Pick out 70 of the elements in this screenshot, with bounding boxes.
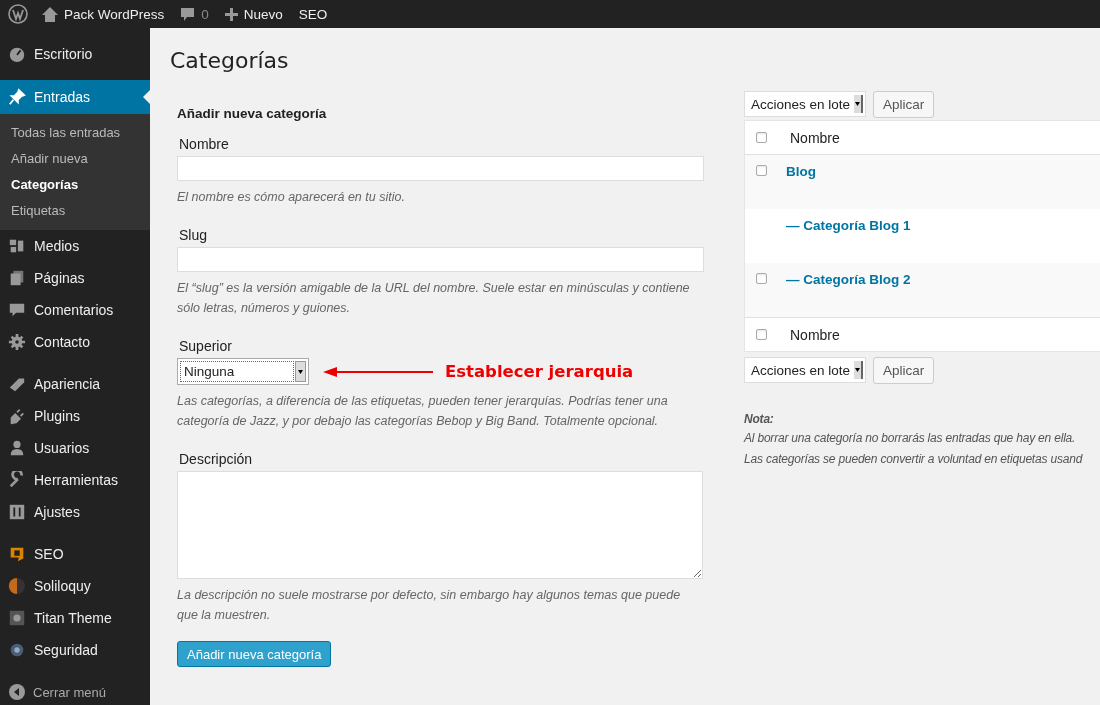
field-label: Superior — [178, 338, 233, 354]
submenu-item[interactable]: Categorías — [0, 172, 150, 198]
menu-item[interactable]: Páginas — [0, 262, 150, 294]
checkbox[interactable] — [756, 273, 767, 284]
person-icon — [8, 439, 26, 457]
note-title: Nota: — [744, 412, 775, 426]
bulk-actions-select[interactable]: Acciones en lote — [744, 91, 866, 117]
column-footer[interactable]: Nombre — [790, 326, 840, 343]
column-header[interactable]: Nombre — [790, 129, 840, 146]
field-label: Slug — [178, 227, 209, 243]
site-name-link[interactable]: Pack WordPress — [64, 6, 165, 22]
category-link[interactable]: — Categoría Blog 2 — [786, 272, 911, 287]
dashboard-icon — [8, 45, 26, 63]
home-icon — [42, 6, 58, 22]
menu-item[interactable]: Soliloquy — [0, 570, 150, 602]
annotation-text: Establecer jerarquia — [445, 362, 634, 381]
field-label: Descripción — [178, 451, 254, 467]
text-field[interactable] — [177, 247, 704, 272]
half-circle-icon — [8, 577, 26, 595]
submenu-item[interactable]: Todas las entradas — [0, 120, 150, 146]
menu-item[interactable]: SEO — [0, 538, 150, 570]
menu-item[interactable]: Plugins — [0, 400, 150, 432]
new-link[interactable]: Nuevo — [243, 6, 283, 22]
menu-item[interactable]: Medios — [0, 230, 150, 262]
seo-logo-icon — [8, 545, 26, 563]
menu-item[interactable]: Usuarios — [0, 432, 150, 464]
description-field[interactable] — [177, 471, 703, 579]
apply-button[interactable]: Aplicar — [873, 90, 935, 118]
parent-select[interactable]: Ninguna — [177, 358, 309, 385]
checkbox[interactable] — [756, 132, 767, 143]
note-text: Al borrar una categoría no borrarás las entradas que hay en ella. — [744, 430, 1077, 447]
speech-bubble-icon — [180, 6, 196, 22]
category-link[interactable]: Blog — [786, 164, 816, 179]
menu-item[interactable]: Escritorio — [0, 38, 150, 70]
field-label: Nombre — [178, 136, 230, 152]
submenu-item[interactable]: Etiquetas — [0, 198, 150, 224]
checkbox[interactable] — [756, 165, 767, 176]
menu-item[interactable]: Ajustes — [0, 496, 150, 528]
field-hint: El nombre es cómo aparecerá en tu sitio. — [177, 189, 406, 206]
field-hint: El “slug” es la versión amigable de la URL del nombre. Suele estar en minúsculas y contiene sólo letras, números y guiones. — [177, 280, 691, 317]
menu-item[interactable]: Apariencia — [0, 368, 150, 400]
plus-icon — [224, 7, 238, 21]
wordpress-logo-icon[interactable] — [8, 4, 28, 24]
menu-item[interactable]: Seguridad — [0, 634, 150, 666]
pin-icon — [8, 88, 26, 106]
category-link[interactable]: — Categoría Blog 1 — [786, 218, 911, 233]
menu-item[interactable]: Herramientas — [0, 464, 150, 496]
media-icon — [8, 237, 26, 255]
seo-link[interactable]: SEO — [290, 0, 336, 28]
menu-item[interactable]: Comentarios — [0, 294, 150, 326]
caret-icon — [855, 102, 860, 106]
caret-icon — [298, 369, 303, 374]
pages-icon — [8, 269, 26, 287]
bulk-actions-select[interactable]: Acciones en lote — [744, 357, 866, 383]
page-title: Categorías — [170, 48, 289, 73]
menu-item[interactable]: Entradas — [0, 80, 150, 114]
comment-count[interactable]: 0 — [201, 6, 209, 22]
caret-icon — [855, 368, 860, 372]
note-text: Las categorías se pueden convertir a voluntad en etiquetas usand — [744, 451, 1084, 468]
text-field[interactable] — [177, 156, 704, 181]
submenu-item[interactable]: Añadir nueva — [0, 146, 150, 172]
apply-button[interactable]: Aplicar — [873, 356, 935, 384]
field-hint: La descripción no suele mostrarse por defecto, sin embargo hay algunos temas que puede que la muestren. — [177, 587, 682, 624]
form-heading: Añadir nueva categoría — [177, 106, 328, 121]
field-hint: Las categorías, a diferencia de las etiquetas, pueden tener jerarquías. Podrías tener una categoría de Jazz, y por debajo las categorías Bebop y Big Band. Totalmente opcional. — [177, 393, 669, 430]
checkbox[interactable] — [756, 329, 767, 340]
collapse-menu-button[interactable]: Cerrar menú — [0, 670, 150, 700]
menu-item[interactable]: Contacto — [0, 326, 150, 358]
menu-item[interactable]: Titan Theme — [0, 602, 150, 634]
plug-icon — [8, 407, 26, 425]
